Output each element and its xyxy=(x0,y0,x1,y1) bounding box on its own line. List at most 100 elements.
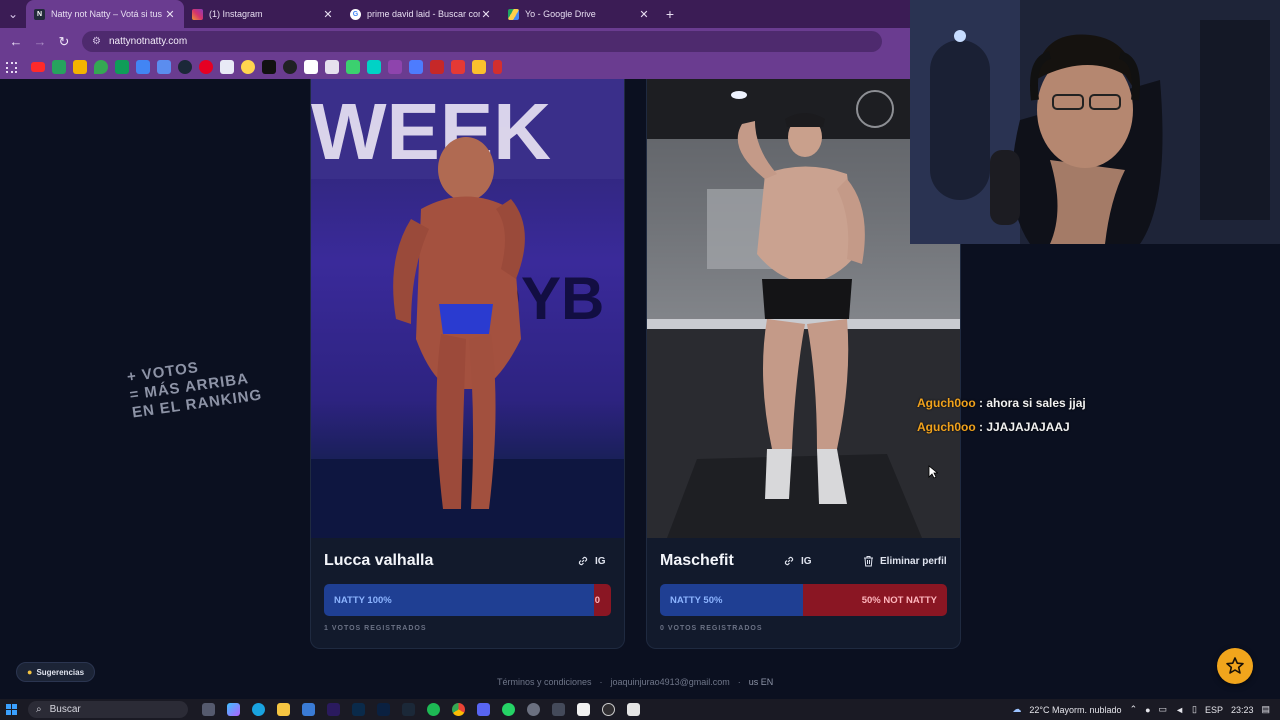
sheets-bookmark-icon[interactable] xyxy=(73,60,87,74)
suggestions-button[interactable]: ● Sugerencias xyxy=(16,662,96,682)
taskbar-search-input[interactable]: ⌕ Buscar xyxy=(28,701,188,718)
whatsapp-icon[interactable] xyxy=(502,703,515,716)
natty-vote-segment[interactable]: NATTY 100% xyxy=(324,584,594,616)
profile-photo[interactable]: WEEK ODYB xyxy=(311,79,624,538)
edge-icon[interactable] xyxy=(252,703,265,716)
natty-vote-segment[interactable]: NATTY 50% xyxy=(660,584,803,616)
tray-chevron-icon[interactable]: ⌃ xyxy=(1130,704,1138,715)
ig-label: IG xyxy=(595,555,606,567)
calculator-icon[interactable] xyxy=(552,703,565,716)
vote-bar[interactable]: NATTY 50% 50% NOT NATTY xyxy=(660,584,947,616)
terms-link[interactable]: Términos y condiciones xyxy=(497,677,592,687)
settings-gear-icon[interactable] xyxy=(527,703,540,716)
task-view-icon[interactable] xyxy=(202,703,215,716)
youtube-bookmark-icon[interactable] xyxy=(31,62,45,72)
new-tab-icon[interactable]: + xyxy=(658,6,682,22)
battery-icon[interactable]: ▯ xyxy=(1192,704,1197,715)
red-bookmark-icon[interactable] xyxy=(430,60,444,74)
notion-app-icon[interactable] xyxy=(627,703,640,716)
windows-start-icon[interactable] xyxy=(0,704,22,715)
weather-text[interactable]: 22°C Mayorm. nublado xyxy=(1029,705,1121,715)
kick-bookmark-icon[interactable] xyxy=(346,60,360,74)
favorite-star-button[interactable] xyxy=(1217,648,1253,684)
copilot-icon[interactable] xyxy=(227,703,240,716)
close-tab-icon[interactable]: ✕ xyxy=(322,8,334,21)
store-icon[interactable] xyxy=(302,703,315,716)
openai-bookmark-icon[interactable] xyxy=(283,60,297,74)
yellow-bookmark-icon[interactable] xyxy=(472,60,486,74)
lightroom-icon[interactable] xyxy=(377,703,390,716)
tab-google-search[interactable]: G prime david laid - Buscar con G ✕ xyxy=(342,0,500,28)
profile-name: Maschefit xyxy=(660,552,734,569)
vector-bookmark-icon[interactable] xyxy=(367,60,381,74)
close-tab-icon[interactable]: ✕ xyxy=(480,8,492,21)
vote-bar[interactable]: NATTY 100% 0 xyxy=(324,584,611,616)
reload-icon[interactable]: ↻ xyxy=(52,34,76,50)
obs-icon[interactable] xyxy=(602,703,615,716)
stream-bookmark-icon[interactable] xyxy=(388,60,402,74)
profile-card: WEEK ODYB Lucca valhalla IG NATTY 100% 0… xyxy=(310,79,625,649)
maps-bookmark-icon[interactable] xyxy=(94,60,108,74)
file-explorer-icon[interactable] xyxy=(277,703,290,716)
url-input[interactable]: ⚙ nattynotnatty.com xyxy=(82,31,882,52)
cloud-bookmark-icon[interactable] xyxy=(241,60,255,74)
tab-title: prime david laid - Buscar con G xyxy=(367,9,480,19)
steam-bookmark-icon[interactable] xyxy=(178,60,192,74)
close-tab-icon[interactable]: ✕ xyxy=(164,8,176,21)
apps-grid-icon[interactable] xyxy=(6,61,17,73)
instagram-link[interactable]: IG xyxy=(577,555,606,567)
spotify-icon[interactable] xyxy=(427,703,440,716)
clock[interactable]: 23:23 xyxy=(1231,705,1254,715)
site-settings-icon[interactable]: ⚙ xyxy=(92,36,101,47)
bookmark-ribbon-icon[interactable] xyxy=(493,60,502,74)
language-indicator[interactable]: ESP xyxy=(1205,705,1223,715)
tab-instagram[interactable]: (1) Instagram ✕ xyxy=(184,0,342,28)
pinterest-bookmark-icon[interactable] xyxy=(199,60,213,74)
tab-title: Natty not Natty – Votá si tus at xyxy=(51,9,164,19)
webcam-overlay xyxy=(910,0,1280,244)
triangle-bookmark-icon[interactable] xyxy=(262,60,276,74)
notion-icon[interactable] xyxy=(577,703,590,716)
tab-google-drive[interactable]: Yo - Google Drive ✕ xyxy=(500,0,658,28)
link-icon xyxy=(784,556,794,566)
chrome-icon[interactable] xyxy=(452,703,465,716)
language-code: us xyxy=(748,677,759,687)
bolt-bookmark-icon[interactable] xyxy=(451,60,465,74)
twitch-bookmark-icon[interactable] xyxy=(325,60,339,74)
not-natty-label: 50% NOT NATTY xyxy=(861,594,937,606)
sheets-green-bookmark-icon[interactable] xyxy=(115,60,129,74)
language-selector[interactable]: us EN xyxy=(749,677,774,687)
not-natty-vote-segment[interactable]: 0 xyxy=(594,584,611,616)
volume-icon[interactable]: ◄ xyxy=(1175,705,1184,715)
search-icon: ⌕ xyxy=(36,704,42,715)
trash-icon xyxy=(864,556,873,567)
translate-bookmark-icon[interactable] xyxy=(157,60,171,74)
chat-username: Aguch0oo xyxy=(917,420,976,434)
tab-natty[interactable]: N Natty not Natty – Votá si tus at ✕ xyxy=(26,0,184,28)
photoshop-icon[interactable] xyxy=(352,703,365,716)
address-bar-row: ← → ↻ ⚙ nattynotnatty.com xyxy=(0,28,910,55)
back-arrow-icon[interactable]: ← xyxy=(4,34,28,49)
network-icon[interactable]: ▭ xyxy=(1159,704,1168,715)
footer-separator: · xyxy=(737,677,741,687)
microphone-icon[interactable]: ● xyxy=(1145,705,1150,715)
drive-bookmark-icon[interactable] xyxy=(52,60,66,74)
profile-name: Lucca valhalla xyxy=(324,552,434,569)
forward-arrow-icon[interactable]: → xyxy=(28,34,52,49)
capcut-bookmark-icon[interactable] xyxy=(304,60,318,74)
calendar-bookmark-icon[interactable] xyxy=(136,60,150,74)
tab-search-chevron-icon[interactable]: ⌄ xyxy=(0,0,26,28)
instagram-link[interactable]: IG xyxy=(783,555,812,567)
not-natty-vote-segment[interactable]: 50% NOT NATTY xyxy=(803,584,947,616)
contact-email-link[interactable]: joaquinjurao4913@gmail.com xyxy=(611,677,730,687)
premiere-icon[interactable] xyxy=(327,703,340,716)
docs-bookmark-icon[interactable] xyxy=(220,60,234,74)
delete-profile-button[interactable]: Eliminar perfil xyxy=(863,555,947,567)
page-footer: Términos y condiciones · joaquinjurao491… xyxy=(497,677,773,687)
discord-icon[interactable] xyxy=(477,703,490,716)
close-tab-icon[interactable]: ✕ xyxy=(638,8,650,21)
notifications-icon[interactable]: ▤ xyxy=(1261,704,1270,715)
steam-icon[interactable] xyxy=(402,703,415,716)
gem-bookmark-icon[interactable] xyxy=(409,60,423,74)
tab-title: Yo - Google Drive xyxy=(525,9,596,19)
